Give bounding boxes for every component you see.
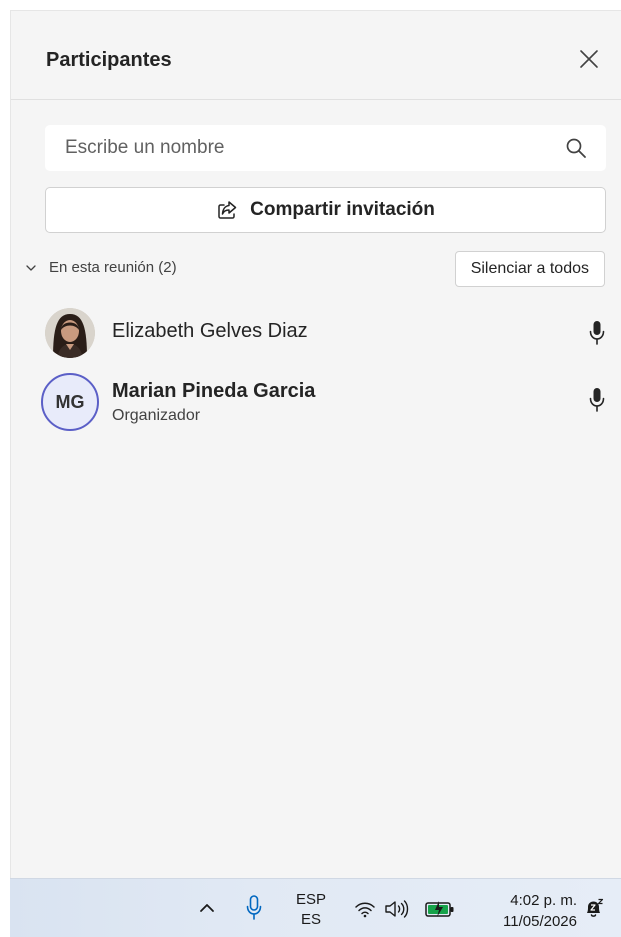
clock-date: 11/05/2026 [503,913,577,930]
participant-role: Organizador [112,407,201,424]
keyboard-layout: ES [300,911,321,928]
chevron-up-icon [200,904,214,912]
participant-row[interactable]: MG Marian Pineda Garcia Organizador [39,372,607,431]
clock-time: 4:02 p. m. [510,892,577,909]
in-meeting-section-header: En esta reunión (2) Silenciar a todos [25,251,605,287]
avatar [45,308,95,358]
taskbar-microphone-button[interactable] [242,893,266,923]
input-language-button[interactable]: ESP ES [290,889,332,931]
microphone-icon [246,895,262,920]
share-invitation-label: Compartir invitación [250,199,435,220]
chevron-down-icon [25,261,39,275]
microphone-icon[interactable] [587,386,607,414]
notifications-button[interactable] [582,897,606,921]
panel-header: Participantes [11,11,621,100]
search-box [45,125,606,171]
notification-bell-snooze-icon [587,898,604,917]
participant-name: Elizabeth Gelves Diaz [112,320,308,342]
close-button[interactable] [577,47,601,71]
participant-row[interactable]: Elizabeth Gelves Diaz [39,305,607,361]
panel-title: Participantes [46,49,172,71]
participants-panel: Participantes Compartir invitación [10,10,621,878]
microphone-icon[interactable] [587,319,607,347]
taskbar: ESP ES 4:02 p. m. 11/05/2026 [10,878,621,937]
search-input[interactable] [45,125,564,171]
participant-name: Marian Pineda Garcia [112,380,316,402]
avatar: MG [41,373,99,431]
network-button[interactable] [353,897,377,921]
volume-icon [385,900,409,918]
battery-charging-icon [425,901,454,917]
show-hidden-icons-button[interactable] [195,895,219,921]
in-meeting-section-toggle[interactable]: En esta reunión (2) [25,259,177,276]
battery-button[interactable] [424,897,456,921]
search-icon[interactable] [564,136,588,160]
section-label: En esta reunión (2) [49,259,177,276]
share-icon [216,199,238,221]
close-icon [580,50,598,68]
mute-all-button[interactable]: Silenciar a todos [454,251,605,287]
volume-button[interactable] [382,897,412,921]
share-invitation-button[interactable]: Compartir invitación [45,187,606,233]
wifi-icon [355,902,375,918]
clock-button[interactable]: 4:02 p. m. 11/05/2026 [473,889,577,933]
language-code: ESP [295,891,326,908]
